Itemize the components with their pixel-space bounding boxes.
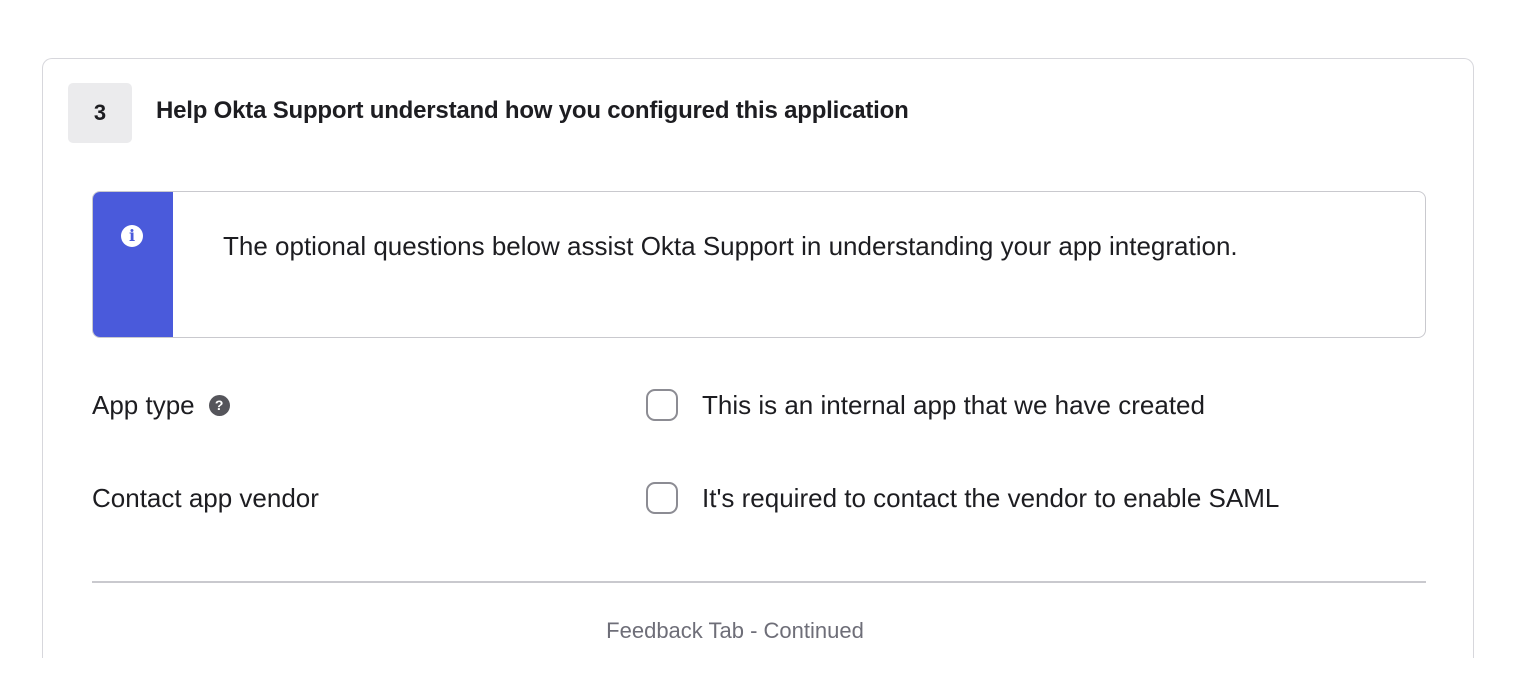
field-row-app-type: App type ? This is an internal app that … — [92, 385, 1426, 425]
info-callout: i The optional questions below assist Ok… — [92, 191, 1426, 338]
internal-app-checkbox-field[interactable]: This is an internal app that we have cre… — [646, 385, 1205, 425]
callout-accent-bar: i — [93, 192, 173, 337]
section-divider — [92, 581, 1426, 583]
contact-vendor-checkbox[interactable] — [646, 482, 678, 514]
field-label-app-type: App type ? — [92, 385, 230, 425]
internal-app-checkbox[interactable] — [646, 389, 678, 421]
step-card: 3 Help Okta Support understand how you c… — [42, 58, 1474, 658]
app-type-label: App type — [92, 390, 195, 420]
field-row-contact-vendor: Contact app vendor It's required to cont… — [92, 478, 1426, 518]
step-number-badge: 3 — [68, 83, 132, 143]
step-title: Help Okta Support understand how you con… — [156, 97, 909, 124]
field-label-contact-vendor: Contact app vendor — [92, 478, 319, 518]
info-icon: i — [121, 225, 143, 247]
callout-message: The optional questions below assist Okta… — [223, 231, 1238, 261]
help-icon[interactable]: ? — [208, 394, 230, 416]
contact-vendor-label: Contact app vendor — [92, 483, 319, 513]
figure-caption: Feedback Tab - Continued — [606, 618, 864, 643]
contact-vendor-checkbox-label[interactable]: It's required to contact the vendor to e… — [702, 483, 1279, 514]
internal-app-checkbox-label[interactable]: This is an internal app that we have cre… — [702, 390, 1205, 421]
contact-vendor-checkbox-field[interactable]: It's required to contact the vendor to e… — [646, 478, 1279, 518]
